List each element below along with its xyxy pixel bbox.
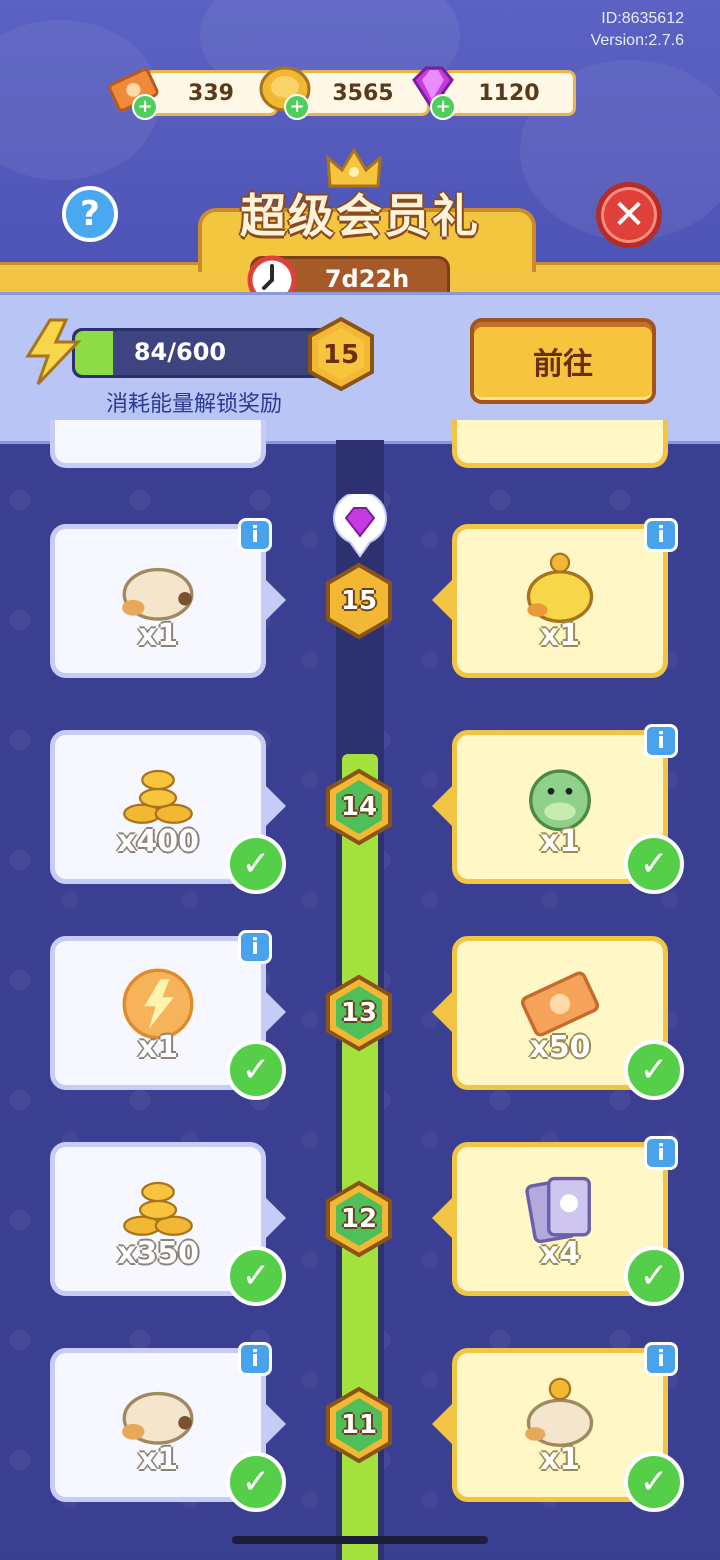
page-title: 超级会员礼 <box>240 189 480 243</box>
question-icon: ? <box>80 194 100 234</box>
claimed-check-icon: ✓ <box>226 1040 286 1100</box>
reward-quantity: x1 <box>137 618 179 653</box>
add-coin-button[interactable]: + <box>284 94 310 120</box>
level-number: 14 <box>340 792 378 822</box>
card-pointer <box>266 580 286 620</box>
info-button[interactable]: i <box>238 930 272 964</box>
info-button[interactable]: i <box>238 1342 272 1376</box>
level-number: 12 <box>340 1204 378 1234</box>
level-number: 11 <box>340 1410 378 1440</box>
info-button[interactable]: i <box>238 518 272 552</box>
gem-count: 1120 <box>442 70 576 116</box>
claimed-check-icon: ✓ <box>226 1452 286 1512</box>
info-button[interactable]: i <box>644 724 678 758</box>
reward-card-left[interactable]: x1 <box>50 524 266 678</box>
info-button[interactable]: i <box>644 1342 678 1376</box>
claimed-check-icon: ✓ <box>624 834 684 894</box>
add-gem-button[interactable]: + <box>430 94 456 120</box>
reward-card-right[interactable]: x1 <box>452 524 668 678</box>
account-info: ID:8635612 Version:2.7.6 <box>591 8 684 52</box>
close-icon: ✕ <box>612 192 646 238</box>
level-node: 13 <box>324 974 394 1052</box>
claimed-check-icon: ✓ <box>624 1246 684 1306</box>
help-button[interactable]: ? <box>62 186 118 242</box>
level-node: 14 <box>324 768 394 846</box>
level-number: 13 <box>340 998 378 1028</box>
card-pointer <box>432 786 452 826</box>
level-node: 11 <box>324 1386 394 1464</box>
reward-card-partial-left <box>50 420 266 468</box>
home-indicator <box>232 1536 488 1544</box>
card-pointer <box>432 580 452 620</box>
card-pointer <box>266 992 286 1032</box>
card-pointer <box>432 1404 452 1444</box>
level-node: 12 <box>324 1180 394 1258</box>
go-button[interactable]: 前往 <box>470 318 656 404</box>
info-button[interactable]: i <box>644 518 678 552</box>
level-number: 15 <box>340 586 378 616</box>
lightning-icon <box>25 318 82 386</box>
energy-hint: 消耗能量解锁奖励 <box>106 392 283 417</box>
version-label: Version:2.7.6 <box>590 32 684 49</box>
info-button[interactable]: i <box>644 1136 678 1170</box>
card-pointer <box>432 1198 452 1238</box>
energy-level-number: 15 <box>323 340 359 370</box>
close-button[interactable]: ✕ <box>596 182 662 248</box>
reward-quantity: x1 <box>539 618 581 653</box>
card-pointer <box>266 786 286 826</box>
energy-level-badge: 15 <box>308 316 374 392</box>
level-node: 15 <box>324 562 394 640</box>
card-pointer <box>266 1404 286 1444</box>
reward-card-partial-right <box>452 420 668 468</box>
add-ticket-button[interactable]: + <box>132 94 158 120</box>
card-pointer <box>432 992 452 1032</box>
claimed-check-icon: ✓ <box>226 1246 286 1306</box>
card-pointer <box>266 1198 286 1238</box>
gem-marker-icon <box>333 494 387 558</box>
energy-progress-text: 84/600 <box>133 338 227 366</box>
claimed-check-icon: ✓ <box>226 834 286 894</box>
claimed-check-icon: ✓ <box>624 1040 684 1100</box>
claimed-check-icon: ✓ <box>624 1452 684 1512</box>
player-id: ID:8635612 <box>601 10 684 27</box>
